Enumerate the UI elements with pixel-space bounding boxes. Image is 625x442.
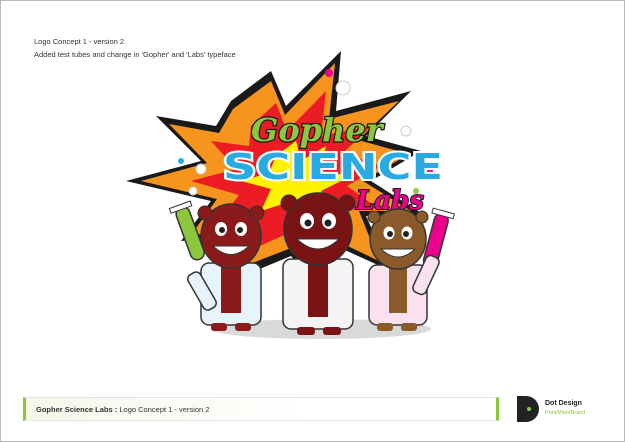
logo-word-gopher: Gopher <box>251 111 385 149</box>
bubble <box>400 125 412 137</box>
footer-project-name: Gopher Science Labs : <box>36 404 118 414</box>
bubble <box>335 80 351 96</box>
logo-word-science: SCIENCE <box>223 147 443 188</box>
agency-name: Dot Design <box>545 400 582 407</box>
logo-dot <box>527 407 531 411</box>
footer-caption: Gopher Science Labs : Logo Concept 1 - v… <box>26 405 209 414</box>
dot-design-logo-icon <box>517 396 539 422</box>
logo-artwork: Gopher SCIENCE Labs <box>111 41 481 341</box>
agency-tagline: Print/Web/Brand <box>545 410 586 416</box>
bubble <box>195 163 207 175</box>
agency-brand: Dot Design Print/Web/Brand <box>517 396 607 424</box>
footer-concept-label: Logo Concept 1 - version 2 <box>117 404 210 414</box>
bubble <box>178 158 184 164</box>
gopher-right <box>367 208 440 331</box>
gopher-center <box>280 192 356 335</box>
logo-illustration: Gopher SCIENCE Labs <box>126 51 456 339</box>
footer-caption-bar: Gopher Science Labs : Logo Concept 1 - v… <box>23 397 499 421</box>
bubble <box>188 186 198 196</box>
bubble <box>325 69 333 77</box>
document-page: Logo Concept 1 - version 2 Added test tu… <box>0 0 625 442</box>
